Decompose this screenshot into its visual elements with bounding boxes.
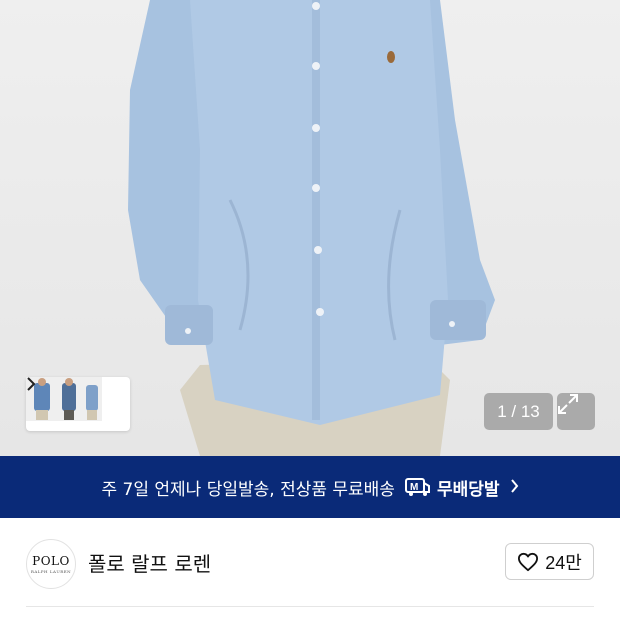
like-count: 24만 <box>545 552 582 573</box>
logo-line1: POLO <box>32 554 70 568</box>
expand-icon <box>558 394 578 414</box>
banner-text: 주 7일 언제나 당일발송, 전상품 무료배송 <box>101 479 395 500</box>
logo-line2: RALPH LAUREN <box>30 569 72 574</box>
thumbnail-images <box>26 377 102 421</box>
product-image[interactable]: 1 / 13 <box>0 0 620 456</box>
brand-name[interactable]: 폴로 랄프 로렌 <box>88 548 211 577</box>
brand-logo[interactable]: POLO RALPH LAUREN <box>26 539 76 589</box>
svg-text:M: M <box>410 482 418 493</box>
chevron-right-icon <box>510 478 519 497</box>
divider <box>26 606 594 607</box>
banner-badge-label: 무배당발 <box>436 479 500 500</box>
heart-outline-icon <box>518 552 539 571</box>
image-counter: 1 / 13 <box>484 393 553 430</box>
truck-m-icon: M <box>404 477 431 497</box>
shipping-banner[interactable]: 주 7일 언제나 당일발송, 전상품 무료배송 M 무배당발 <box>0 456 620 518</box>
brand-row[interactable]: POLO RALPH LAUREN 폴로 랄프 로렌 24만 <box>0 518 620 606</box>
like-button[interactable]: 24만 <box>505 543 594 580</box>
expand-button[interactable] <box>557 393 595 430</box>
thumbnail-strip[interactable] <box>26 377 130 431</box>
